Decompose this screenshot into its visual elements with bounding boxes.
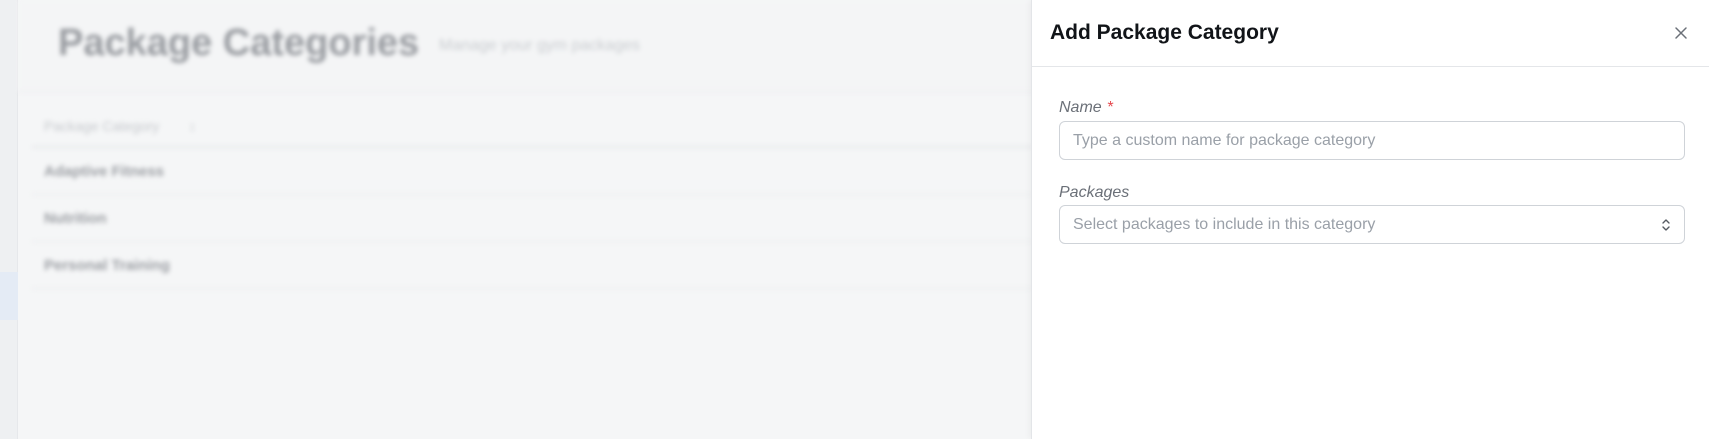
sidebar: [0, 0, 18, 439]
add-package-category-drawer: Add Package Category Name* Packages Sele…: [1031, 0, 1709, 439]
packages-field-label: Packages: [1059, 184, 1130, 201]
table-cell-category: Nutrition: [44, 210, 107, 227]
name-field-label: Name *: [1059, 99, 1113, 117]
name-input[interactable]: [1059, 121, 1685, 160]
name-label-text: Name: [1059, 99, 1102, 116]
drawer-header: Add Package Category: [1032, 0, 1709, 67]
close-icon: [1675, 27, 1687, 39]
packages-select-placeholder: Select packages to include in this categ…: [1073, 216, 1376, 233]
drawer-title: Add Package Category: [1050, 21, 1279, 44]
table-row: Personal Training: [32, 242, 1032, 289]
packages-select[interactable]: Select packages to include in this categ…: [1059, 205, 1685, 244]
table-cell-category: Adaptive Fitness: [44, 163, 165, 180]
close-button[interactable]: [1668, 20, 1694, 46]
table-row: Nutrition: [32, 195, 1032, 242]
sidebar-active-item: [0, 272, 18, 320]
required-indicator: *: [1106, 99, 1113, 116]
page-title: Package Categories: [58, 22, 420, 64]
page-subtitle: Manage your gym packages: [439, 37, 640, 54]
sort-icon: ↕: [189, 119, 196, 134]
chevron-up-down-icon: [1662, 219, 1670, 231]
table-column-header: Package Category: [44, 118, 160, 134]
table-cell-category: Personal Training: [44, 257, 170, 274]
table-row: Adaptive Fitness: [32, 148, 1032, 195]
